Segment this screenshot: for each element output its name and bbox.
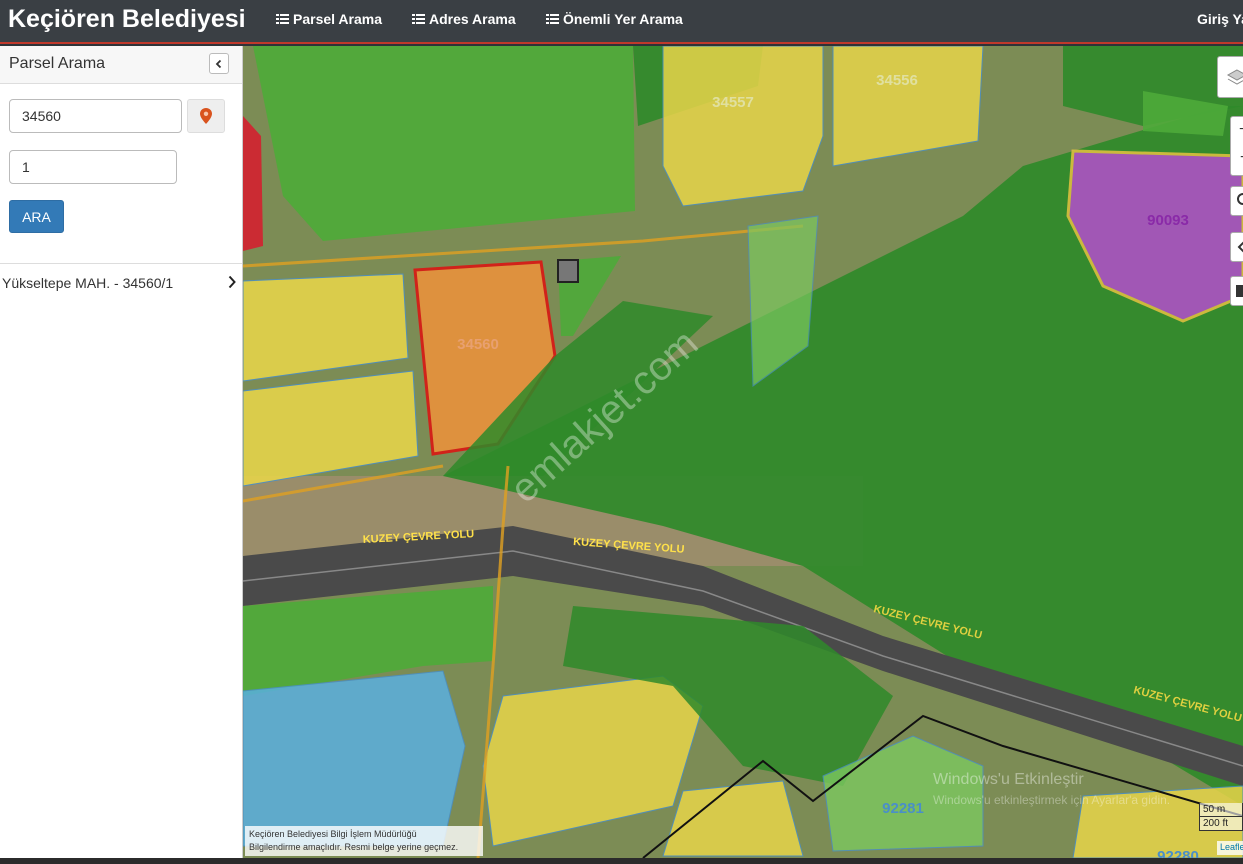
list-icon	[546, 13, 559, 25]
sidebar-header: Parsel Arama	[0, 46, 242, 84]
chevron-right-icon	[228, 275, 236, 289]
map-scale: 50 m 200 ft	[1199, 803, 1243, 835]
parcel-label-34560[interactable]: 34560	[457, 336, 499, 353]
parsel-input[interactable]: 1	[9, 150, 177, 184]
chevron-left-icon	[215, 59, 222, 68]
attribution-line-1: Keçiören Belediyesi Bilgi İşlem Müdürlüğ…	[249, 829, 417, 839]
print-icon	[1236, 285, 1243, 297]
parcel-label-90093[interactable]: 90093	[1147, 212, 1189, 229]
windows-activation-text: Windows'u etkinleştirmek için Ayarlar'a …	[933, 793, 1170, 807]
sidebar-title: Parsel Arama	[9, 55, 106, 72]
scale-metric: 50 m	[1199, 803, 1243, 817]
scale-imperial: 200 ft	[1199, 817, 1243, 831]
map-view[interactable]: 34560 34557 34556 90093 92281 92280 KUZE…	[243, 46, 1243, 858]
chevron-left-icon	[1237, 241, 1243, 253]
attribution-line-2: Bilgilendirme amaçlıdır. Resmi belge yer…	[249, 842, 459, 852]
divider	[0, 263, 242, 264]
nav-adres-arama-label: Adres Arama	[429, 11, 516, 27]
top-navbar: Keçiören Belediyesi Parsel Arama Adres A…	[0, 0, 1243, 44]
login-link[interactable]: Giriş Yap	[1197, 11, 1243, 27]
share-map-button[interactable]	[1230, 232, 1243, 262]
print-map-button[interactable]	[1230, 276, 1243, 306]
windows-activation-title: Windows'u Etkinleştir	[933, 771, 1084, 788]
parcel-label-34556[interactable]: 34556	[876, 72, 918, 89]
zoom-control[interactable]: + −	[1230, 116, 1243, 176]
layers-control-button[interactable]	[1217, 56, 1243, 98]
zoom-in-icon[interactable]: +	[1239, 121, 1243, 139]
leaflet-attribution-link[interactable]: Leaflet	[1217, 841, 1243, 855]
locate-map-button[interactable]	[1230, 186, 1243, 216]
parcel-label-34557[interactable]: 34557	[712, 94, 754, 111]
map-attribution: Keçiören Belediyesi Bilgi İşlem Müdürlüğ…	[245, 826, 483, 856]
result-item-label: Yükseltepe MAH. - 34560/1	[2, 275, 174, 291]
map-canvas[interactable]: 34560 34557 34556 90093 92281 92280 KUZE…	[243, 46, 1243, 858]
search-button[interactable]: ARA	[9, 200, 64, 233]
locate-icon	[1237, 193, 1243, 205]
window-bottom-edge	[0, 858, 1243, 864]
list-icon	[412, 13, 425, 25]
nav-parsel-arama-label: Parsel Arama	[293, 11, 382, 27]
nav-parsel-arama[interactable]: Parsel Arama	[276, 11, 382, 27]
parcel-label-92281[interactable]: 92281	[882, 800, 924, 817]
nav-onemli-yer-arama[interactable]: Önemli Yer Arama	[546, 11, 683, 27]
nav-onemli-yer-arama-label: Önemli Yer Arama	[563, 11, 683, 27]
search-sidebar: Parsel Arama 34560 1 ARA Yükseltepe MAH.…	[0, 46, 243, 864]
map-marker-icon	[200, 108, 212, 124]
nav-adres-arama[interactable]: Adres Arama	[412, 11, 516, 27]
ada-input[interactable]: 34560	[9, 99, 182, 133]
brand-title[interactable]: Keçiören Belediyesi	[8, 5, 246, 34]
list-icon	[276, 13, 289, 25]
parcel-label-92280[interactable]: 92280	[1157, 848, 1199, 858]
layers-icon	[1226, 69, 1243, 85]
collapse-sidebar-button[interactable]	[209, 53, 229, 74]
locate-button[interactable]	[187, 99, 225, 133]
result-list-item[interactable]: Yükseltepe MAH. - 34560/1	[0, 270, 242, 298]
